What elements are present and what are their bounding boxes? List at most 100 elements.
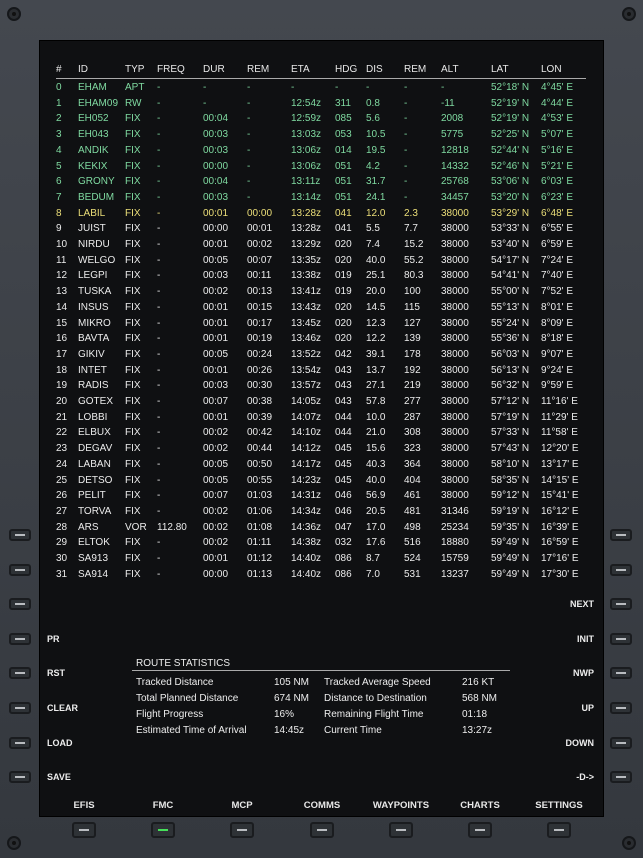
table-row[interactable]: 3 EH043 FIX - 00:03 - 13:03z 053 10.5 - 5775 52°25'… (56, 129, 596, 145)
left-side-key[interactable] (9, 529, 31, 541)
table-cell: WELGO (78, 254, 116, 266)
table-cell: 01:11 (247, 537, 272, 549)
table-cell: - (157, 474, 161, 486)
table-row[interactable]: 23 DEGAV FIX - 00:02 00:44 14:12z 045 15.6 323 380… (56, 443, 596, 459)
table-cell: 00:04 (203, 113, 229, 125)
right-key-label: DOWN (565, 737, 595, 748)
table-row[interactable]: 28 ARS VOR 112.80 00:02 01:08 14:36z 047 17.0 498… (56, 522, 596, 538)
table-row[interactable]: 31 SA914 FIX - 00:00 01:13 14:40z 086 7.0 531 1323… (56, 569, 596, 585)
table-cell: 461 (404, 490, 421, 502)
table-row[interactable]: 20 GOTEX FIX - 00:07 00:38 14:05z 043 57.8 277 380… (56, 396, 596, 412)
table-cell: 13:46z (291, 333, 322, 345)
nav-button-mcp[interactable] (230, 822, 254, 838)
right-side-key[interactable] (610, 736, 632, 749)
table-row[interactable]: 11 WELGO FIX - 00:05 00:07 13:35z 020 40.0 55.2 38… (56, 255, 596, 271)
table-row[interactable]: 30 SA913 FIX - 00:01 01:12 14:40z 086 8.7 524 1575… (56, 553, 596, 569)
table-cell: 00:05 (203, 254, 229, 266)
table-cell: - (404, 129, 408, 141)
table-row[interactable]: 16 BAVTA FIX - 00:01 00:19 13:46z 020 12.2 139 380… (56, 333, 596, 349)
table-cell: SA913 (78, 553, 109, 564)
right-side-key[interactable] (610, 632, 632, 645)
table-cell: EHAM (78, 82, 107, 93)
table-cell: 00:17 (247, 317, 273, 329)
nav-button-charts[interactable] (468, 822, 492, 838)
table-cell: 55°24' N (491, 317, 530, 329)
table-row[interactable]: 14 INSUS FIX - 00:01 00:15 13:43z 020 14.5 115 380… (56, 302, 596, 318)
table-cell: 58°10' N (491, 458, 530, 470)
table-row[interactable]: 13 TUSKA FIX - 00:02 00:13 13:41z 019 20.0 100 380… (56, 286, 596, 302)
table-cell: 21.0 (366, 427, 386, 439)
left-side-key[interactable] (9, 771, 31, 784)
table-cell: KEKIX (78, 160, 108, 172)
table-row[interactable]: 8 LABIL FIX - 00:01 00:00 13:28z 041 12.0 2.3 3800… (56, 208, 596, 224)
table-cell: 5°16' E (541, 144, 574, 156)
nav-button-efis[interactable] (72, 822, 96, 838)
table-cell: 18 (56, 364, 68, 376)
table-cell: FIX (125, 568, 141, 580)
nav-button-comms[interactable] (310, 822, 334, 838)
table-row[interactable]: 24 LABAN FIX - 00:05 00:50 14:17z 045 40.3 364 380… (56, 459, 596, 475)
table-cell: - (157, 270, 161, 282)
table-cell: 28 (56, 521, 68, 533)
stat-label: Total Planned Distance (136, 693, 239, 704)
table-row[interactable]: 5 KEKIX FIX - 00:00 - 13:06z 051 4.2 - 14332 52°46'… (56, 161, 596, 177)
table-cell: - (157, 411, 161, 423)
table-row[interactable]: 2 EH052 FIX - 00:04 - 12:59z 085 5.6 - 2008 52°19' … (56, 113, 596, 129)
table-row[interactable]: 0 EHAM APT - - - - - - - - 52°18' N 4°45' E (56, 82, 596, 98)
table-cell: - (404, 113, 408, 125)
table-cell: 55°13' N (491, 301, 530, 313)
table-row[interactable]: 19 RADIS FIX - 00:03 00:30 13:57z 043 27.1 219 380… (56, 380, 596, 396)
nav-label: WAYPOINTS (372, 800, 430, 811)
column-header: # (56, 64, 62, 75)
left-side-key[interactable] (9, 598, 31, 611)
table-cell: 6°48' E (541, 207, 574, 219)
right-side-key[interactable] (610, 529, 632, 541)
table-cell: - (291, 82, 295, 93)
nav-button-settings[interactable] (547, 822, 571, 838)
left-side-key[interactable] (9, 736, 31, 749)
right-side-key[interactable] (610, 702, 632, 714)
right-side-key[interactable] (610, 771, 632, 784)
left-side-key[interactable] (9, 563, 31, 576)
table-cell: LABAN (78, 458, 111, 470)
table-row[interactable]: 6 GRONY FIX - 00:04 - 13:11z 051 31.7 - 25768 53°06… (56, 176, 596, 192)
column-header: ALT (441, 64, 459, 75)
table-cell: 23 (56, 443, 68, 455)
table-row[interactable]: 29 ELTOK FIX - 00:02 01:11 14:38z 032 17.6 516 188… (56, 537, 596, 553)
right-side-key[interactable] (610, 598, 632, 611)
table-cell: EHAM09 (78, 97, 119, 109)
table-row[interactable]: 15 MIKRO FIX - 00:01 00:17 13:45z 020 12.3 127 380… (56, 318, 596, 334)
table-row[interactable]: 7 BEDUM FIX - 00:03 - 13:14z 051 24.1 - 34457 53°20… (56, 192, 596, 208)
left-side-key[interactable] (9, 667, 31, 680)
table-cell: 364 (404, 458, 421, 470)
table-cell: 1 (56, 97, 62, 109)
table-row[interactable]: 25 DETSO FIX - 00:05 00:55 14:23z 045 40.0 404 380… (56, 475, 596, 491)
table-cell: 13:03z (291, 129, 322, 141)
table-cell: 112.80 (157, 521, 187, 533)
table-cell: 00:03 (203, 380, 229, 392)
table-row[interactable]: 27 TORVA FIX - 00:02 01:06 14:34z 046 20.5 481 313… (56, 506, 596, 522)
nav-button-waypoints[interactable] (389, 822, 413, 838)
table-row[interactable]: 17 GIKIV FIX - 00:05 00:24 13:52z 042 39.1 178 380… (56, 349, 596, 365)
table-row[interactable]: 21 LOBBI FIX - 00:01 00:39 14:07z 044 10.0 287 380… (56, 412, 596, 428)
left-side-key[interactable] (9, 702, 31, 714)
table-row[interactable]: 1 EHAM09 RW - - - 12:54z 311 0.8 - -11 52°19' N 4°44… (56, 98, 596, 114)
table-row[interactable]: 4 ANDIK FIX - 00:03 - 13:06z 014 19.5 - 12818 52°44… (56, 145, 596, 161)
stat-value: 01:18 (462, 709, 488, 720)
table-cell: - (157, 537, 161, 549)
right-side-key[interactable] (610, 563, 632, 576)
table-row[interactable]: 10 NIRDU FIX - 00:01 00:02 13:29z 020 7.4 15.2 380… (56, 239, 596, 255)
table-row[interactable]: 18 INTET FIX - 00:01 00:26 13:54z 043 13.7 192 380… (56, 365, 596, 381)
table-cell: 13:06z (291, 144, 322, 156)
left-side-key[interactable] (9, 632, 31, 645)
nav-button-fmc[interactable] (151, 822, 175, 838)
table-row[interactable]: 22 ELBUX FIX - 00:02 00:42 14:10z 044 21.0 308 380… (56, 427, 596, 443)
table-cell: 8 (56, 207, 62, 219)
table-row[interactable]: 9 JUIST FIX - 00:00 00:01 13:28z 041 5.5 7.7 38000… (56, 223, 596, 239)
table-cell: 31 (56, 568, 68, 580)
table-row[interactable]: 12 LEGPI FIX - 00:03 00:11 13:38z 019 25.1 80.3 38… (56, 270, 596, 286)
right-side-key[interactable] (610, 667, 632, 680)
table-cell: 5 (56, 160, 62, 172)
table-row[interactable]: 26 PELIT FIX - 00:07 01:03 14:31z 046 56.9 461 380… (56, 490, 596, 506)
table-cell: 00:05 (203, 474, 229, 486)
